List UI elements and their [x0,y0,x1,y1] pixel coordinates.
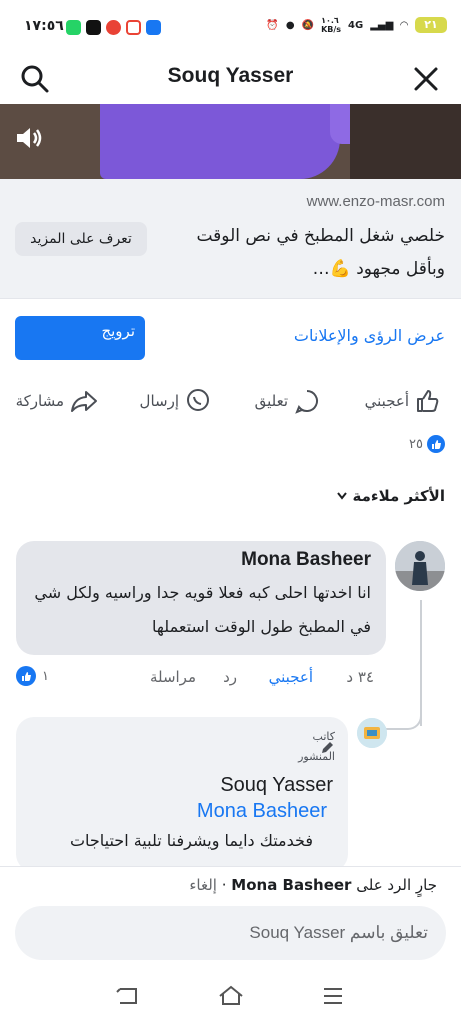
video-frame-shadow [350,104,461,179]
thread-connector [385,700,422,730]
pencil-icon [322,742,333,753]
sort-label: الأكثر ملاءمة [352,487,445,505]
ad-video[interactable] [0,104,461,179]
phone-app-icon [146,20,161,35]
volume-icon[interactable] [14,124,44,152]
system-nav-bar [0,976,461,1024]
mute-icon: 🔕 [301,19,315,31]
send-label: إرسال [139,392,179,410]
gmail-icon [126,20,141,35]
whatsapp-send-icon [187,389,209,411]
comment-likes-count: ١ [42,668,49,684]
comment-reactions[interactable]: ١ [16,666,49,686]
thumbs-up-icon [417,390,439,412]
status-bar: ١٧:٥٦ ⏰ ● 🔕 ١٠.٦ KB/s 4G ▂▄▆ ◠ ٢١ [0,0,461,52]
comment-author[interactable]: Mona Basheer [241,549,371,571]
reply-author[interactable]: Souq Yasser [220,774,333,797]
network-type: 4G [348,19,364,31]
share-arrow-icon [71,391,97,412]
net-speed: ١٠.٦ KB/s [321,16,342,34]
learn-more-button[interactable]: تعرف على المزيد [15,222,147,256]
whatsapp-icon [66,20,81,35]
like-reaction-icon [427,435,445,453]
comment-bubble-icon [295,390,318,414]
reaction-count: ٢٥ [409,436,423,452]
alarm-icon: ⏰ [266,19,279,31]
comment-text: انا اخدتها احلى كبه فعلا قويه جدا وراسيه… [34,583,371,636]
send-action[interactable]: إرسال [140,388,211,414]
like-action[interactable]: أعجبني [365,388,441,414]
replying-separator: · [221,876,227,894]
post-actions: أعجبني تعليق إرسال مشاركة [0,380,461,420]
page-title: Souq Yasser [167,64,294,87]
ad-headline: خلصي شغل المطبخ في نص الوقت وبأقل مجهود … [196,226,445,279]
status-time: ١٧:٥٦ [24,18,64,34]
home-icon[interactable] [218,984,244,1006]
like-reaction-icon [16,666,36,686]
comment-time: ٣٤ د [346,668,374,686]
cancel-reply-button[interactable]: إلغاء [189,876,217,894]
reply-mention[interactable]: Mona Basheer [197,800,327,823]
chrome-icon [106,20,121,35]
replying-to-bar: جارٍ الرد على Mona Basheer · إلغاء [189,876,437,894]
back-icon[interactable] [116,986,140,1006]
ad-domain: www.enzo-masr.com [306,193,445,210]
video-frame-object [100,104,340,179]
replying-prefix: جارٍ الرد على [356,876,437,894]
battery-icon: ٢١ [415,17,447,33]
comment-message-button[interactable]: مراسلة [150,668,196,686]
comment-action[interactable]: تعليق [255,388,320,414]
share-label: مشاركة [15,392,64,410]
chevron-down-icon [336,492,347,500]
reply-text: فخدمتك دايما ويشرفنا تلبية احتياجات [69,831,313,850]
reaction-summary[interactable]: ٢٥ [409,435,445,453]
promote-button[interactable]: ترويج [15,316,145,360]
signal-icon: ▂▄▆ [370,19,394,31]
insights-link[interactable]: عرض الرؤى والإعلانات [294,326,445,345]
comment-label: تعليق [254,392,288,410]
share-action[interactable]: مشاركة [16,388,98,414]
header: Souq Yasser [0,52,461,104]
avatar[interactable] [395,541,445,591]
comment-reply-button[interactable]: رد [223,668,237,686]
page-avatar[interactable] [357,718,387,748]
comment-sort[interactable]: الأكثر ملاءمة [336,487,445,505]
status-right: ⏰ ● 🔕 ١٠.٦ KB/s 4G ▂▄▆ ◠ ٢١ [266,16,447,34]
like-label: أعجبني [364,392,409,410]
comment-like-button[interactable]: أعجبني [269,668,313,686]
uber-icon [86,20,101,35]
location-icon: ● [285,19,295,31]
comment-input-wrap[interactable] [15,906,446,960]
replying-name: Mona Basheer [231,876,352,894]
close-icon[interactable] [413,66,439,92]
wifi-icon: ◠ [400,19,408,31]
menu-icon[interactable] [322,987,344,1005]
comment-input[interactable] [15,906,446,960]
